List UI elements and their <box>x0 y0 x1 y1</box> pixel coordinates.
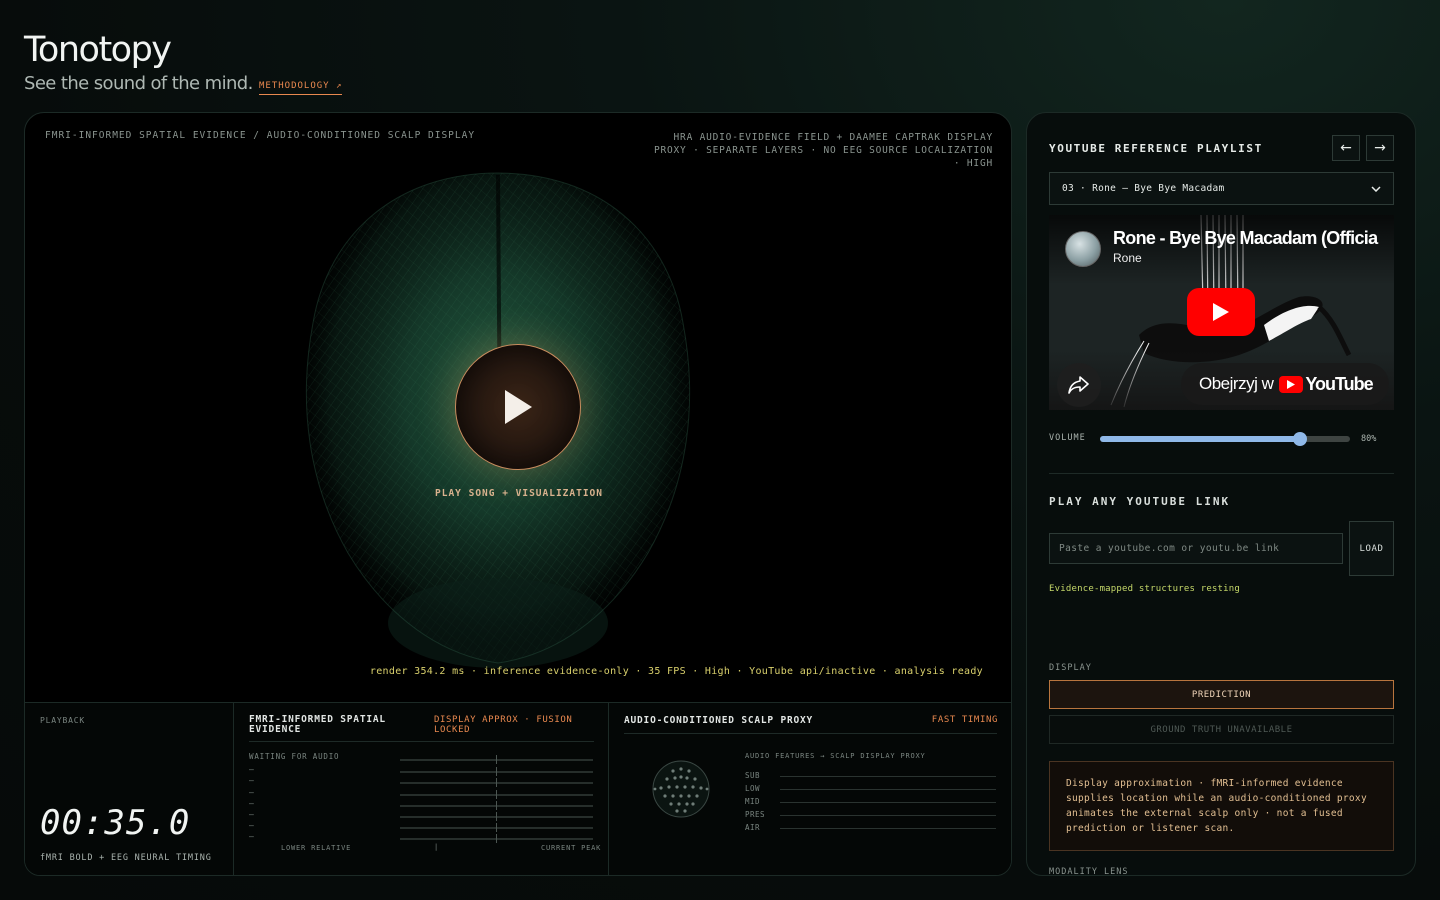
display-info-note: Display approximation · fMRI-informed ev… <box>1049 761 1394 851</box>
youtube-link-heading: PLAY ANY YOUTUBE LINK <box>1049 495 1231 508</box>
play-label: PLAY SONG + VISUALIZATION <box>435 488 603 499</box>
evidence-row: – <box>249 832 594 843</box>
youtube-url-input[interactable]: Paste a youtube.com or youtu.be link <box>1049 533 1343 564</box>
methodology-link[interactable]: METHODOLOGY ↗ <box>259 81 343 95</box>
evidence-row: – <box>249 776 594 787</box>
arrow-left-icon: ← <box>1340 140 1352 156</box>
scalp-proxy-cell: AUDIO-CONDITIONED SCALP PROXY FAST TIMIN… <box>609 703 1011 875</box>
evidence-row: – <box>249 821 594 832</box>
app-tagline: See the sound of the mind. <box>24 73 253 94</box>
viz-mode-label: FMRI-INFORMED SPATIAL EVIDENCE / AUDIO-C… <box>45 130 476 141</box>
ground-truth-button: GROUND TRUTH UNAVAILABLE <box>1049 715 1394 744</box>
play-visualization-button[interactable] <box>455 344 581 470</box>
band-sub: SUB <box>745 771 1001 784</box>
volume-label: VOLUME <box>1049 433 1086 443</box>
band-mid: MID <box>745 797 1001 810</box>
playlist-panel: YOUTUBE REFERENCE PLAYLIST ← → 03 · Rone… <box>1026 112 1416 876</box>
volume-handle[interactable] <box>1293 432 1307 446</box>
fusion-badge: DISPLAY APPROX · FUSION LOCKED <box>434 715 573 735</box>
playback-label: PLAYBACK <box>40 716 85 725</box>
app-title: Tonotopy <box>24 30 172 70</box>
volume-value: 80% <box>1361 434 1377 444</box>
spatial-evidence-cell: FMRI-INFORMED SPATIAL EVIDENCE DISPLAY A… <box>234 703 609 875</box>
band-low: LOW <box>745 784 1001 797</box>
youtube-play-button[interactable] <box>1187 288 1255 336</box>
track-select[interactable]: 03 · Rone — Bye Bye Macadam <box>1049 172 1394 205</box>
spatial-evidence-title: FMRI-INFORMED SPATIAL EVIDENCE <box>249 714 386 735</box>
evidence-row <box>249 753 594 764</box>
prev-track-button[interactable]: ← <box>1332 135 1360 161</box>
volume-slider[interactable] <box>1100 432 1350 446</box>
arrow-right-icon: → <box>1374 140 1386 156</box>
selected-track: 03 · Rone — Bye Bye Macadam <box>1062 183 1225 194</box>
timing-subtitle: fMRI BOLD + EEG NEURAL TIMING <box>40 853 212 863</box>
audio-features-label: AUDIO FEATURES → SCALP DISPLAY PROXY <box>745 752 926 760</box>
legend-lower: LOWER RELATIVE <box>281 844 352 852</box>
scalp-proxy-title: AUDIO-CONDITIONED SCALP PROXY <box>624 715 814 726</box>
prediction-button[interactable]: PREDICTION <box>1049 680 1394 709</box>
evidence-row: – <box>249 810 594 821</box>
band-air: AIR <box>745 823 1001 836</box>
share-icon <box>1068 376 1089 394</box>
evidence-row: – <box>249 788 594 799</box>
evidence-status: Evidence-mapped structures resting <box>1049 584 1241 594</box>
youtube-logo-icon: YouTube <box>1279 374 1374 395</box>
share-button[interactable] <box>1057 363 1101 407</box>
band-pres: PRES <box>745 810 1001 823</box>
youtube-embed[interactable]: Rone - Bye Bye Macadam (Officia Rone Obe… <box>1049 215 1394 410</box>
chevron-down-icon <box>1371 185 1381 192</box>
video-title[interactable]: Rone - Bye Bye Macadam (Officia <box>1113 228 1378 249</box>
metrics-strip: PLAYBACK 00:35.0 fMRI BOLD + EEG NEURAL … <box>25 702 1011 875</box>
scalp-map-icon <box>652 760 710 818</box>
channel-avatar[interactable] <box>1065 231 1101 267</box>
visualization-panel: FMRI-INFORMED SPATIAL EVIDENCE / AUDIO-C… <box>24 112 1012 876</box>
evidence-row: – <box>249 765 594 776</box>
play-icon <box>505 390 532 424</box>
render-status: render 354.2 ms · inference evidence-onl… <box>369 666 983 677</box>
playlist-title: YOUTUBE REFERENCE PLAYLIST <box>1049 142 1263 155</box>
volume-fill <box>1100 436 1300 442</box>
fast-timing-badge: FAST TIMING <box>931 715 998 725</box>
legend-peak: CURRENT PEAK <box>541 844 602 852</box>
evidence-row: – <box>249 799 594 810</box>
display-label: DISPLAY <box>1049 663 1092 673</box>
video-channel[interactable]: Rone <box>1113 251 1142 265</box>
load-button[interactable]: LOAD <box>1349 521 1394 576</box>
brain-canvas[interactable]: FMRI-INFORMED SPATIAL EVIDENCE / AUDIO-C… <box>25 113 1011 703</box>
playback-timer: 00:35.0 <box>40 803 191 843</box>
next-track-button[interactable]: → <box>1366 135 1394 161</box>
modality-lens-label: MODALITY LENS <box>1049 867 1129 876</box>
play-icon <box>1213 303 1229 321</box>
playback-cell: PLAYBACK 00:35.0 fMRI BOLD + EEG NEURAL … <box>25 703 234 875</box>
watch-on-youtube-button[interactable]: Obejrzyj w YouTube <box>1181 363 1389 405</box>
legend-mid: | <box>434 843 440 851</box>
